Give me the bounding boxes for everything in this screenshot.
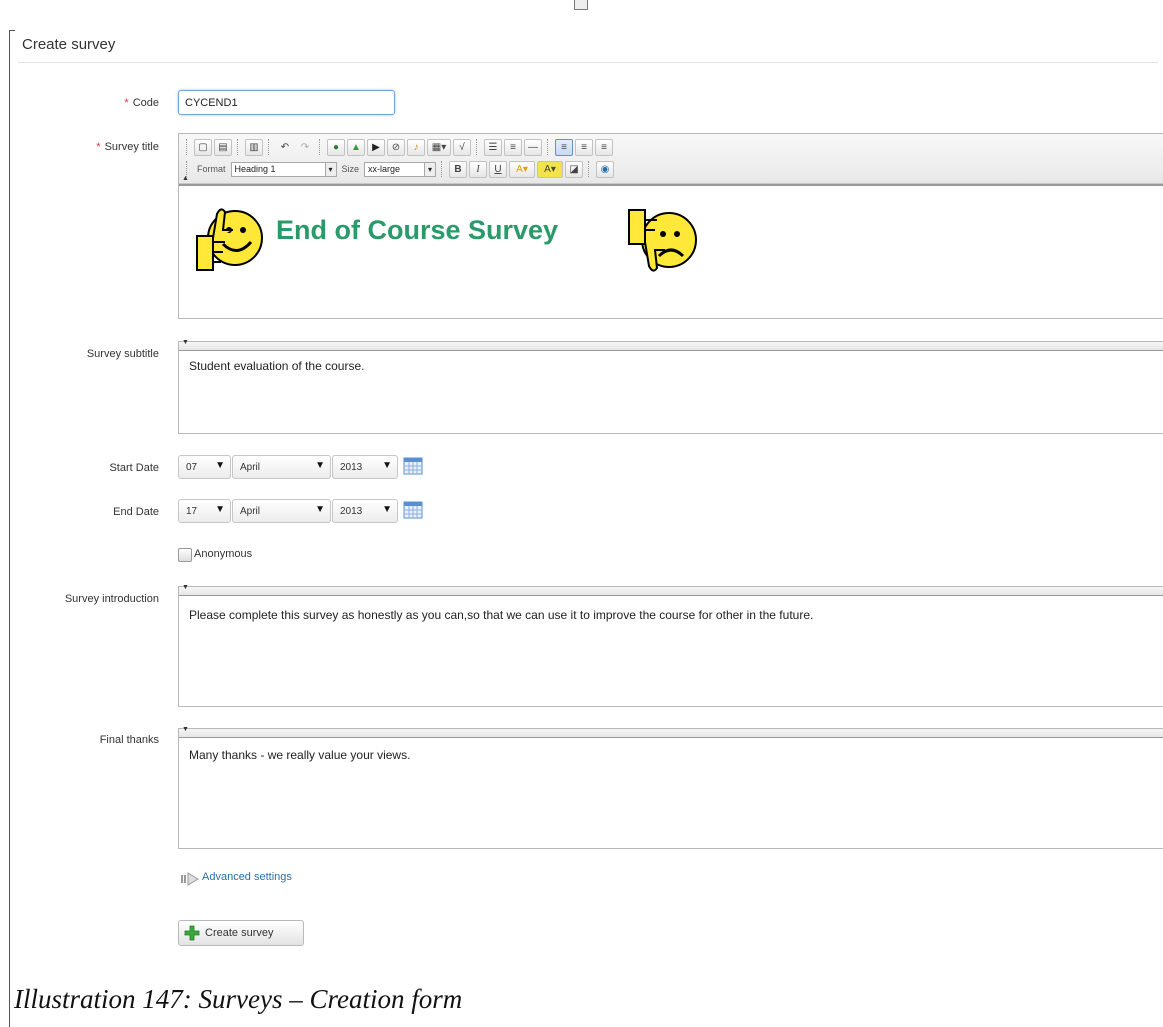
- end-date-label: End Date: [113, 506, 159, 518]
- collapsed-toolbar: ▼: [179, 339, 1163, 351]
- survey-title-label: * Survey title: [96, 141, 159, 153]
- create-survey-button[interactable]: Create survey: [178, 920, 304, 946]
- survey-title-content[interactable]: End of Course Survey: [179, 184, 1163, 318]
- start-year-select[interactable]: 2013 ▼: [332, 455, 398, 479]
- editor-toolbar: ▢ ▤ ▥ ↶ ↷ ● ▲ ▶ ⊘ ♪ ▦▾ √ ☰ ≡ — ≡ ≡ ≡ For: [179, 134, 1163, 184]
- bulleted-list-icon[interactable]: ☰: [484, 138, 502, 156]
- paste-word-icon[interactable]: ▥: [245, 138, 263, 156]
- video-icon[interactable]: ▶: [367, 138, 385, 156]
- text-color-icon[interactable]: A▾: [509, 160, 536, 178]
- survey-title-heading: End of Course Survey: [276, 215, 559, 245]
- final-thanks-editor[interactable]: ▼ Many thanks - we really value your vie…: [178, 726, 1163, 849]
- italic-icon[interactable]: I: [469, 160, 488, 178]
- survey-subtitle-content[interactable]: Student evaluation of the course.: [179, 351, 1163, 381]
- expand-arrow-icon[interactable]: [180, 872, 200, 886]
- collapsed-toolbar: ▼: [179, 726, 1163, 738]
- survey-subtitle-editor[interactable]: ▼ Student evaluation of the course.: [178, 339, 1163, 434]
- form-title: Create survey: [22, 36, 116, 53]
- start-date-label: Start Date: [109, 462, 159, 474]
- create-survey-label: Create survey: [205, 927, 274, 939]
- survey-subtitle-label: Survey subtitle: [86, 348, 159, 360]
- survey-introduction-editor[interactable]: ▼ Please complete this survey as honestl…: [178, 584, 1163, 707]
- align-justify-icon[interactable]: ≡: [595, 138, 613, 156]
- horizontal-rule-icon[interactable]: —: [524, 138, 542, 156]
- table-icon[interactable]: ▦▾: [427, 138, 451, 156]
- size-dropdown[interactable]: xx-large: [364, 161, 437, 177]
- code-label: * Code: [124, 97, 159, 109]
- maximize-icon[interactable]: ◉: [596, 160, 615, 178]
- expand-toolbar-icon[interactable]: ▼: [182, 726, 189, 733]
- survey-introduction-label: Survey introduction: [64, 593, 159, 605]
- code-input[interactable]: [178, 90, 395, 115]
- survey-introduction-content[interactable]: Please complete this survey as honestly …: [179, 596, 1163, 630]
- image-icon[interactable]: ▲: [347, 138, 365, 156]
- start-day-select[interactable]: 07 ▼: [178, 455, 231, 479]
- collapsed-toolbar: ▼: [179, 584, 1163, 596]
- anonymous-checkbox[interactable]: [178, 548, 192, 562]
- expand-toolbar-icon[interactable]: ▼: [182, 584, 189, 591]
- size-label: Size: [341, 164, 360, 174]
- page-frame: [9, 30, 10, 1027]
- survey-title-editor[interactable]: ▢ ▤ ▥ ↶ ↷ ● ▲ ▶ ⊘ ♪ ▦▾ √ ☰ ≡ — ≡ ≡ ≡ For: [178, 133, 1163, 319]
- final-thanks-content[interactable]: Many thanks - we really value your views…: [179, 738, 1163, 770]
- redo-icon[interactable]: ↷: [296, 139, 314, 156]
- format-label: Format: [197, 164, 226, 174]
- new-page-icon[interactable]: ▢: [194, 138, 212, 156]
- undo-icon[interactable]: ↶: [276, 139, 294, 156]
- anonymous-label: Anonymous: [194, 548, 253, 560]
- underline-icon[interactable]: U: [489, 160, 508, 178]
- figure-caption: Illustration 147: Surveys – Creation for…: [14, 984, 463, 1014]
- title-divider: [18, 62, 1158, 63]
- page-frame-top: [9, 30, 15, 31]
- collapse-toolbar-icon[interactable]: ▲: [182, 175, 189, 182]
- paste-text-icon[interactable]: ▤: [214, 138, 232, 156]
- source-icon[interactable]: ◪: [565, 160, 584, 178]
- page-marker: [574, 0, 588, 10]
- align-center-icon[interactable]: ≡: [575, 138, 593, 156]
- background-color-icon[interactable]: A▾: [537, 160, 564, 178]
- end-month-select[interactable]: April ▼: [232, 499, 331, 523]
- final-thanks-label: Final thanks: [99, 734, 159, 746]
- thumbs-up-smiley-icon: [196, 208, 263, 271]
- expand-toolbar-icon[interactable]: ▼: [182, 339, 189, 346]
- required-marker: *: [124, 97, 129, 109]
- advanced-settings-link[interactable]: Advanced settings: [202, 871, 292, 883]
- calendar-icon[interactable]: [403, 501, 423, 519]
- align-left-icon[interactable]: ≡: [555, 138, 573, 156]
- numbered-list-icon[interactable]: ≡: [504, 138, 522, 156]
- plus-icon: [184, 925, 200, 941]
- end-year-select[interactable]: 2013 ▼: [332, 499, 398, 523]
- audio-icon[interactable]: ♪: [407, 138, 425, 156]
- bold-icon[interactable]: B: [449, 160, 468, 178]
- required-marker: *: [96, 141, 101, 153]
- start-month-select[interactable]: April ▼: [232, 455, 331, 479]
- calendar-icon[interactable]: [403, 457, 423, 475]
- end-day-select[interactable]: 17 ▼: [178, 499, 231, 523]
- flash-icon[interactable]: ⊘: [387, 138, 405, 156]
- thumbs-down-sad-icon: [628, 209, 697, 272]
- math-icon[interactable]: √: [453, 138, 471, 156]
- format-dropdown[interactable]: Heading 1: [230, 161, 337, 177]
- link-icon[interactable]: ●: [327, 138, 345, 156]
